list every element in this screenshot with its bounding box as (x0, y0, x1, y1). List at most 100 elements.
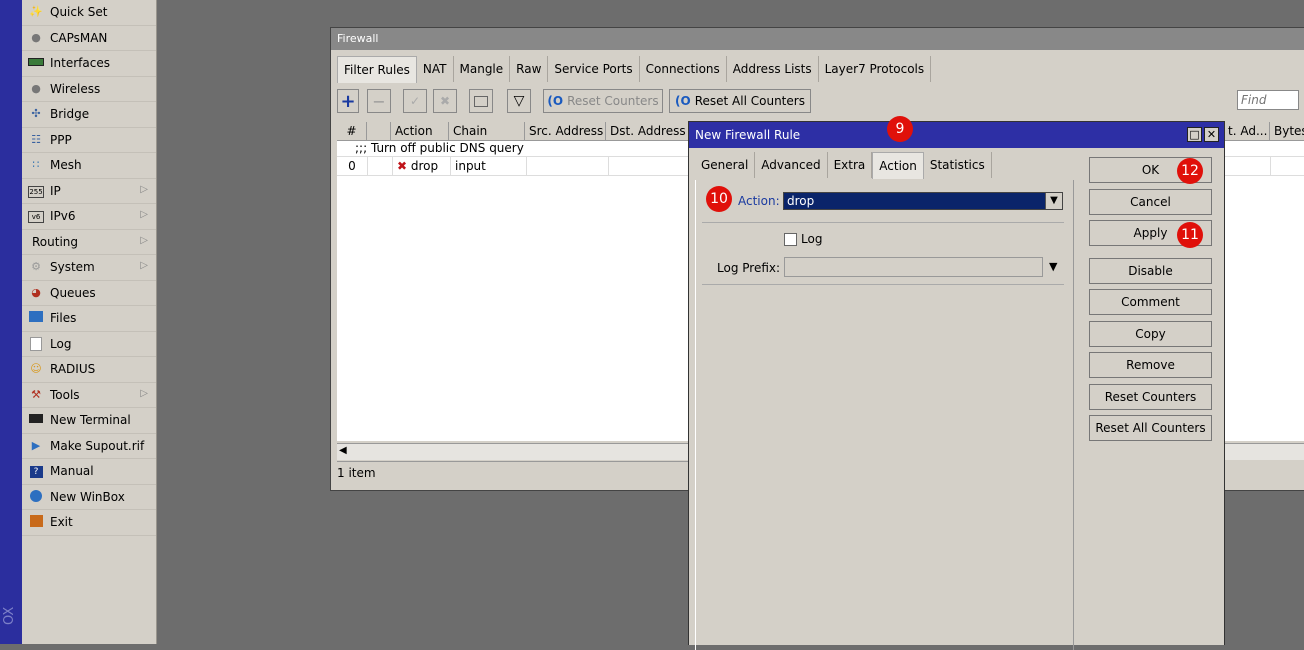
tab-general[interactable]: General (695, 152, 756, 178)
column-bytes[interactable]: Bytes (1270, 122, 1304, 140)
log-prefix-input[interactable] (784, 257, 1043, 277)
copy-button[interactable]: Copy (1089, 321, 1212, 347)
reset-counters-label: Reset Counters (567, 94, 659, 108)
tab-service-ports[interactable]: Service Ports (548, 56, 640, 82)
tab-filter-rules[interactable]: Filter Rules (337, 56, 417, 83)
rules-table-header: # Action Chain Src. Address Dst. Address (337, 122, 689, 141)
tab-statistics[interactable]: Statistics (923, 152, 992, 178)
sidebar-item-exit[interactable]: Exit (22, 510, 156, 536)
log-prefix-label: Log Prefix: (717, 261, 781, 275)
column-action[interactable]: Action (391, 122, 449, 140)
log-prefix-dropdown-icon[interactable]: ▼ (1049, 260, 1057, 273)
sidebar-item-ip[interactable]: 255 IP ▷ (22, 179, 156, 204)
sidebar-item-label: Exit (50, 515, 73, 530)
sidebar-item-quick-set[interactable]: ✨ Quick Set (22, 0, 156, 26)
reset-all-counters-button[interactable]: (O Reset All Counters (669, 89, 811, 113)
sidebar-item-interfaces[interactable]: Interfaces (22, 51, 156, 77)
filter-button[interactable]: ▽ (507, 89, 531, 113)
rules-table-body-right (1224, 141, 1304, 441)
sidebar-item-label: CAPsMAN (50, 30, 108, 45)
tab-layer7-protocols[interactable]: Layer7 Protocols (818, 56, 932, 82)
column-flags[interactable] (367, 122, 391, 140)
horizontal-scrollbar[interactable]: ◀ (337, 443, 689, 460)
sidebar-item-ipv6[interactable]: v6 IPv6 ▷ (22, 204, 156, 230)
column-number[interactable]: # (337, 122, 367, 140)
disable-button[interactable]: ✖ (433, 89, 457, 113)
column-chain[interactable]: Chain (449, 122, 525, 140)
sidebar-item-tools[interactable]: ⚒ Tools ▷ (22, 383, 156, 408)
cancel-button[interactable]: Cancel (1089, 189, 1212, 215)
find-input[interactable] (1237, 90, 1299, 110)
firewall-window-title[interactable]: Firewall (331, 28, 1304, 50)
files-icon (28, 311, 44, 325)
add-button[interactable]: + (337, 89, 359, 113)
reset-all-counters-button[interactable]: Reset All Counters (1089, 415, 1212, 441)
tab-extra[interactable]: Extra (827, 152, 873, 178)
sidebar-item-label: IP (50, 183, 61, 198)
dialog-title-bar[interactable]: New Firewall Rule □ ✕ (689, 122, 1224, 148)
sidebar-item-label: Quick Set (50, 5, 108, 20)
action-tab-panel: Action: drop ▼ Log Log Prefix: ▼ (695, 180, 1074, 650)
comment-button[interactable]: Comment (1089, 289, 1212, 315)
column-src-address[interactable]: Src. Address (525, 122, 606, 140)
enable-button[interactable]: ✓ (403, 89, 427, 113)
tab-connections[interactable]: Connections (639, 56, 727, 82)
sidebar-item-manual[interactable]: ? Manual (22, 459, 156, 485)
reset-counters-button[interactable]: Reset Counters (1089, 384, 1212, 410)
sidebar-item-bridge[interactable]: ✣ Bridge (22, 102, 156, 128)
close-icon[interactable]: ✕ (1204, 127, 1219, 142)
column-dst-address[interactable]: Dst. Address (606, 122, 689, 140)
remove-button[interactable]: Remove (1089, 352, 1212, 378)
sidebar-item-ppp[interactable]: ☷ PPP (22, 128, 156, 153)
tab-raw[interactable]: Raw (510, 56, 549, 82)
sidebar-item-radius[interactable]: ☺ RADIUS (22, 357, 156, 383)
dialog-tabs: General Advanced Extra Action Statistics (695, 152, 992, 179)
horizontal-scrollbar-right[interactable] (1224, 443, 1304, 460)
queues-icon: ◕ (31, 285, 41, 299)
maximize-icon[interactable]: □ (1187, 127, 1202, 142)
reset-counters-button[interactable]: (O Reset Counters (543, 89, 663, 113)
sidebar-item-routing[interactable]: Routing ▷ (22, 230, 156, 255)
step-badge-9: 9 (887, 116, 913, 142)
column-dst-address-list[interactable]: t. Ad... (1224, 122, 1270, 140)
new-firewall-rule-dialog: New Firewall Rule □ ✕ General Advanced E… (688, 121, 1225, 650)
sidebar-item-log[interactable]: Log (22, 332, 156, 357)
tab-address-lists[interactable]: Address Lists (726, 56, 819, 82)
tab-mangle[interactable]: Mangle (453, 56, 511, 82)
submenu-arrow-icon: ▷ (140, 234, 148, 246)
sidebar-item-new-terminal[interactable]: New Terminal (22, 408, 156, 434)
reset-icon: (O (547, 94, 564, 108)
tools-icon: ⚒ (31, 387, 41, 401)
comment-row[interactable]: ;;; Turn off public DNS query (337, 141, 689, 157)
log-checkbox[interactable] (784, 233, 797, 246)
dialog-title: New Firewall Rule (695, 128, 801, 142)
table-row[interactable]: 0 ✖ drop input (337, 157, 689, 176)
sidebar-item-files[interactable]: Files (22, 306, 156, 332)
sidebar-item-label: PPP (50, 132, 72, 147)
tab-nat[interactable]: NAT (416, 56, 454, 82)
rules-table-body: ;;; Turn off public DNS query 0 ✖ drop i… (337, 141, 689, 441)
sidebar-item-new-winbox[interactable]: New WinBox (22, 485, 156, 510)
action-select[interactable]: drop ▼ (783, 192, 1063, 210)
row-action-cell: ✖ drop (393, 157, 451, 175)
comment-button[interactable] (469, 89, 493, 113)
sidebar-item-wireless[interactable]: ● Wireless (22, 77, 156, 102)
reset-all-icon: (O (675, 94, 691, 108)
sidebar-item-capsman[interactable]: ● CAPsMAN (22, 26, 156, 51)
dropdown-arrow-icon[interactable]: ▼ (1045, 193, 1062, 209)
remove-button[interactable]: − (367, 89, 391, 113)
sidebar-item-label: Wireless (50, 81, 101, 96)
sidebar-item-label: Queues (50, 285, 96, 300)
sidebar-item-queues[interactable]: ◕ Queues (22, 281, 156, 306)
sidebar-item-system[interactable]: ⚙ System ▷ (22, 255, 156, 281)
tab-advanced[interactable]: Advanced (755, 152, 828, 178)
sidebar-item-mesh[interactable]: ∷ Mesh (22, 153, 156, 179)
winbox-icon (28, 489, 44, 504)
tab-action[interactable]: Action (872, 152, 924, 179)
sidebar-item-make-supout[interactable]: ▶ Make Supout.rif (22, 434, 156, 459)
disable-button[interactable]: Disable (1089, 258, 1212, 284)
supout-icon: ▶ (31, 438, 41, 452)
sidebar-item-label: Routing (32, 234, 79, 249)
sidebar-item-label: Make Supout.rif (50, 438, 145, 453)
scroll-left-icon[interactable]: ◀ (339, 445, 347, 456)
